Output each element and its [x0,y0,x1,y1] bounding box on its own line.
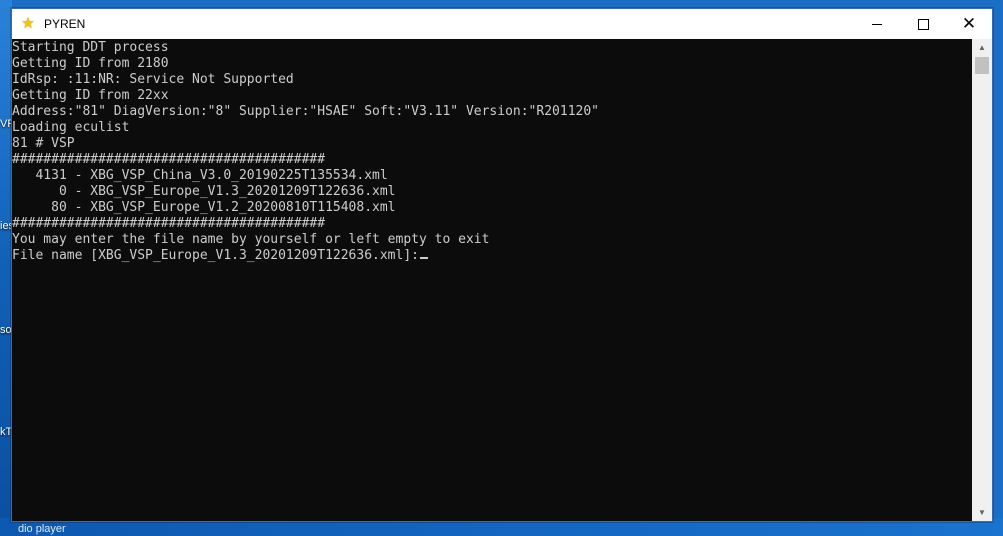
console-line: Starting DDT process [12,40,169,55]
console-line: 80 - XBG_VSP_Europe_V1.2_20200810T115408… [12,200,396,215]
arrow-up-icon: ▲ [978,43,986,52]
console-line: Getting ID from 2180 [12,56,169,71]
console-line: 81 # VSP [12,136,75,151]
scroll-up-button[interactable]: ▲ [972,39,992,56]
prompt-line[interactable]: File name [XBG_VSP_Europe_V1.3_20201209T… [12,248,972,264]
console-line: ######################################## [12,216,326,231]
window-title: PYREN [44,17,86,31]
text-cursor [420,257,428,259]
console-line: IdRsp: :11:NR: Service Not Supported [12,72,294,87]
minimize-icon [872,23,882,25]
console-line: Getting ID from 22xx [12,88,169,103]
star-icon: ★ [21,15,35,32]
close-icon: ✕ [961,13,977,34]
console-window[interactable]: ★ PYREN ✕ Starting DDT process Getting ID… [11,8,993,522]
console-line: ######################################## [12,152,326,167]
desktop-icon-label: so [0,324,12,336]
window-controls: ✕ [854,9,992,39]
console-line: Loading eculist [12,120,130,135]
scroll-down-button[interactable]: ▼ [972,504,992,521]
vertical-scrollbar[interactable]: ▲ ▼ [972,39,992,521]
console-line: 0 - XBG_VSP_Europe_V1.3_20201209T122636.… [12,184,396,199]
console-line: You may enter the file name by yourself … [12,232,490,247]
desktop-icon-label-bottom: dio player [18,523,66,535]
maximize-icon [917,18,929,30]
arrow-down-icon: ▼ [978,508,986,517]
prompt-text: File name [XBG_VSP_Europe_V1.3_20201209T… [12,248,419,263]
console-text: Starting DDT process Getting ID from 2180… [12,39,972,264]
console-line: Address:"81" DiagVersion:"8" Supplier:"H… [12,104,599,119]
scrollbar-thumb[interactable] [975,57,989,74]
title-bar[interactable]: ★ PYREN ✕ [12,9,992,39]
console-output[interactable]: Starting DDT process Getting ID from 2180… [12,39,972,521]
console-line: 4131 - XBG_VSP_China_V3.0_20190225T13553… [12,168,388,183]
maximize-button[interactable] [900,9,946,39]
minimize-button[interactable] [854,9,900,39]
close-button[interactable]: ✕ [946,9,992,39]
